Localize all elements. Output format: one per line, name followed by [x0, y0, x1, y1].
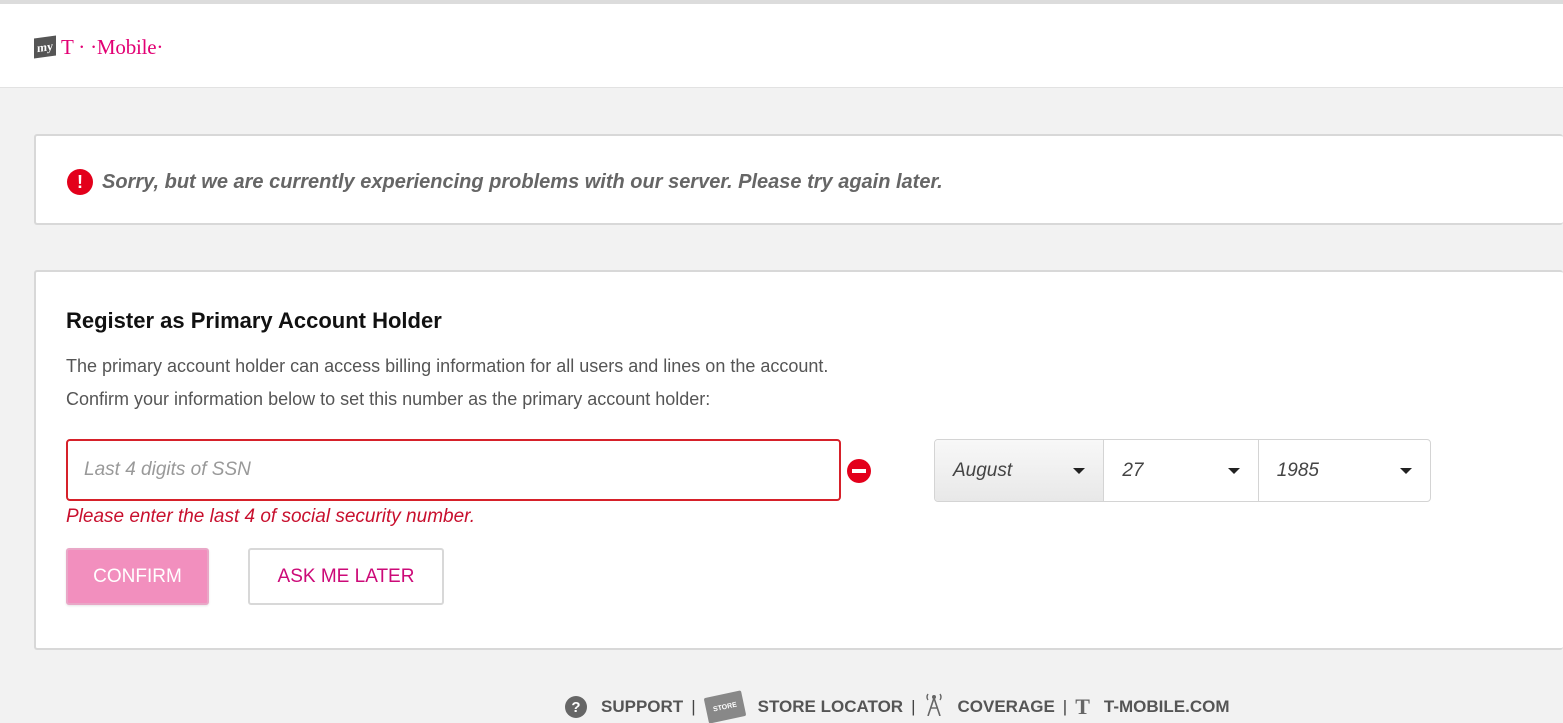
exclamation-icon: !	[67, 169, 93, 195]
footer-links: ? SUPPORT | STORE STORE LOCATOR | COVERA…	[565, 690, 1230, 723]
register-primary-card: Register as Primary Account Holder The p…	[34, 270, 1563, 650]
my-logo-badge: my	[34, 35, 56, 59]
register-title: Register as Primary Account Holder	[66, 308, 442, 333]
alert-message: Sorry, but we are currently experiencing…	[102, 170, 943, 193]
register-desc-line-1: The primary account holder can access bi…	[66, 356, 829, 376]
birth-month-value: August	[953, 459, 1013, 481]
confirm-button[interactable]: CONFIRM	[66, 548, 209, 605]
chevron-down-icon	[1400, 468, 1412, 474]
brand-name: T · ·Mobile·	[61, 34, 164, 59]
birth-day-select[interactable]: 27	[1104, 440, 1259, 501]
ask-me-later-button[interactable]: ASK ME LATER	[248, 548, 444, 605]
site-header: my T · ·Mobile·	[0, 4, 1563, 88]
footer-link-support[interactable]: SUPPORT	[601, 697, 683, 717]
birth-date-group: August 27 1985	[934, 439, 1431, 502]
register-description: The primary account holder can access bi…	[66, 350, 828, 416]
t-logo-icon: T	[1075, 694, 1090, 719]
birth-month-select[interactable]: August	[935, 440, 1105, 501]
ssn-error-message: Please enter the last 4 of social securi…	[66, 506, 476, 527]
cell-tower-icon	[924, 692, 944, 722]
chevron-down-icon	[1227, 468, 1240, 474]
footer-separator: |	[911, 697, 916, 716]
birth-year-value: 1985	[1276, 459, 1319, 481]
error-minus-icon	[847, 459, 871, 483]
footer-link-tmobile-com[interactable]: T-MOBILE.COM	[1104, 697, 1230, 717]
footer-separator: |	[691, 697, 696, 716]
footer-link-store-locator[interactable]: STORE LOCATOR	[758, 697, 903, 717]
footer-link-coverage[interactable]: COVERAGE	[958, 697, 1055, 717]
register-desc-line-2: Confirm your information below to set th…	[66, 389, 711, 409]
tmobile-logo[interactable]: my T · ·Mobile·	[34, 34, 163, 60]
chevron-down-icon	[1073, 468, 1086, 474]
birth-day-value: 27	[1122, 459, 1144, 481]
alert-row: ! Sorry, but we are currently experienci…	[67, 169, 943, 195]
birth-year-select[interactable]: 1985	[1259, 440, 1430, 501]
server-error-alert: ! Sorry, but we are currently experienci…	[34, 134, 1563, 225]
ssn-last4-input[interactable]	[66, 439, 841, 501]
footer-separator: |	[1062, 697, 1068, 716]
question-icon: ?	[565, 696, 587, 718]
store-icon: STORE	[703, 690, 746, 723]
